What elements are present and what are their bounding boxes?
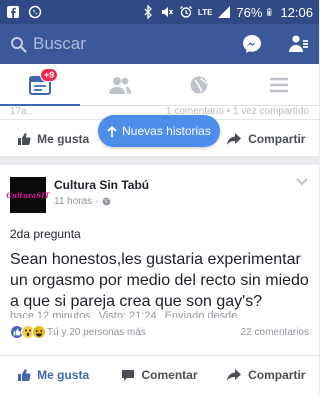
share-label: Compartir: [248, 367, 306, 382]
previous-share-label: Compartir: [248, 131, 306, 146]
alarm-icon: [179, 6, 192, 18]
whatsapp-icon: [28, 5, 42, 19]
reactions-text: Tú y 20 personas más: [47, 326, 146, 338]
post-meta: 11 horas ·: [54, 196, 149, 207]
search-input[interactable]: [33, 34, 213, 54]
reactions-summary[interactable]: Tú y 20 personas más 22 comentarios: [10, 322, 309, 342]
feed-post: CulturaSIT Cultura Sin Tabú 11 horas · 2…: [0, 165, 319, 395]
battery-percent: 76%: [236, 4, 263, 20]
post-body: Sean honestos,les gustaria experimentar …: [10, 251, 309, 310]
like-button[interactable]: Me gusta: [0, 368, 106, 382]
previous-like-button[interactable]: Me gusta: [0, 132, 106, 146]
post-header: CulturaSIT Cultura Sin Tabú 11 horas ·: [6, 177, 309, 213]
signal-icon: [218, 6, 231, 18]
mute-icon: [161, 7, 173, 17]
tab-friends[interactable]: [80, 64, 160, 105]
hamburger-menu-icon: [270, 77, 289, 92]
tab-menu[interactable]: [239, 64, 319, 105]
previous-share-button[interactable]: Compartir: [213, 132, 319, 146]
comment-bubble-icon: [122, 369, 135, 381]
notification-badge: +9: [40, 68, 59, 82]
share-button[interactable]: Compartir: [213, 368, 319, 382]
status-bar: LTE 76% 12:06: [0, 0, 319, 24]
globe-icon: [190, 76, 208, 93]
new-stories-label: Nuevas historias: [122, 124, 211, 138]
reaction-icons: [10, 325, 46, 339]
haha-reaction-icon: [32, 325, 46, 339]
bluetooth-icon: [144, 5, 152, 19]
share-arrow-icon: [227, 132, 242, 145]
tab-notifications[interactable]: [160, 64, 240, 105]
post-actions: Me gusta Comentar Compartir: [0, 355, 319, 393]
battery-icon: [267, 8, 272, 16]
share-arrow-icon: [227, 368, 242, 381]
comment-label: Comentar: [141, 367, 198, 382]
new-stories-button[interactable]: Nuevas historias: [98, 115, 220, 147]
cutoff-text-left: hace 12 minutos: [10, 310, 91, 318]
avatar-logo-text: CulturaSIT: [6, 190, 50, 200]
public-globe-icon: [102, 197, 110, 206]
like-label: Me gusta: [37, 367, 90, 382]
clock: 12:06: [280, 4, 313, 20]
search-icon: [11, 36, 27, 53]
network-type-label: LTE: [197, 7, 213, 17]
tab-news-feed[interactable]: +9: [0, 64, 80, 106]
comment-button[interactable]: Comentar: [106, 368, 212, 382]
thumbs-up-icon: [18, 132, 31, 145]
arrow-up-icon: [107, 125, 117, 137]
previous-like-label: Me gusta: [37, 131, 90, 146]
friends-icon: [108, 76, 131, 94]
facebook-notification-icon: [7, 6, 19, 18]
meta-separator: ·: [95, 196, 99, 207]
chevron-down-icon[interactable]: [295, 177, 309, 187]
comments-count[interactable]: 22 comentarios: [241, 327, 309, 338]
thumbs-up-icon: [18, 368, 31, 381]
previous-post-reactions-text: 17a...: [10, 106, 36, 116]
embedded-text-cutoff: hace 12 minutos Visto: 21:24 Enviado des…: [10, 310, 310, 318]
top-nav-bar: [0, 24, 319, 64]
tab-bar: +9: [0, 64, 319, 106]
friend-requests-icon[interactable]: [287, 33, 309, 55]
author-name[interactable]: Cultura Sin Tabú: [54, 178, 149, 192]
post-subtitle: 2da pregunta: [10, 227, 81, 241]
search-box[interactable]: [10, 29, 228, 59]
author-avatar[interactable]: CulturaSIT: [6, 177, 50, 213]
messenger-icon[interactable]: [241, 33, 263, 55]
post-time[interactable]: 11 horas: [54, 196, 92, 207]
cutoff-text-right: Enviado desde: [164, 310, 238, 318]
cutoff-text-middle: Visto: 21:24: [98, 310, 157, 318]
